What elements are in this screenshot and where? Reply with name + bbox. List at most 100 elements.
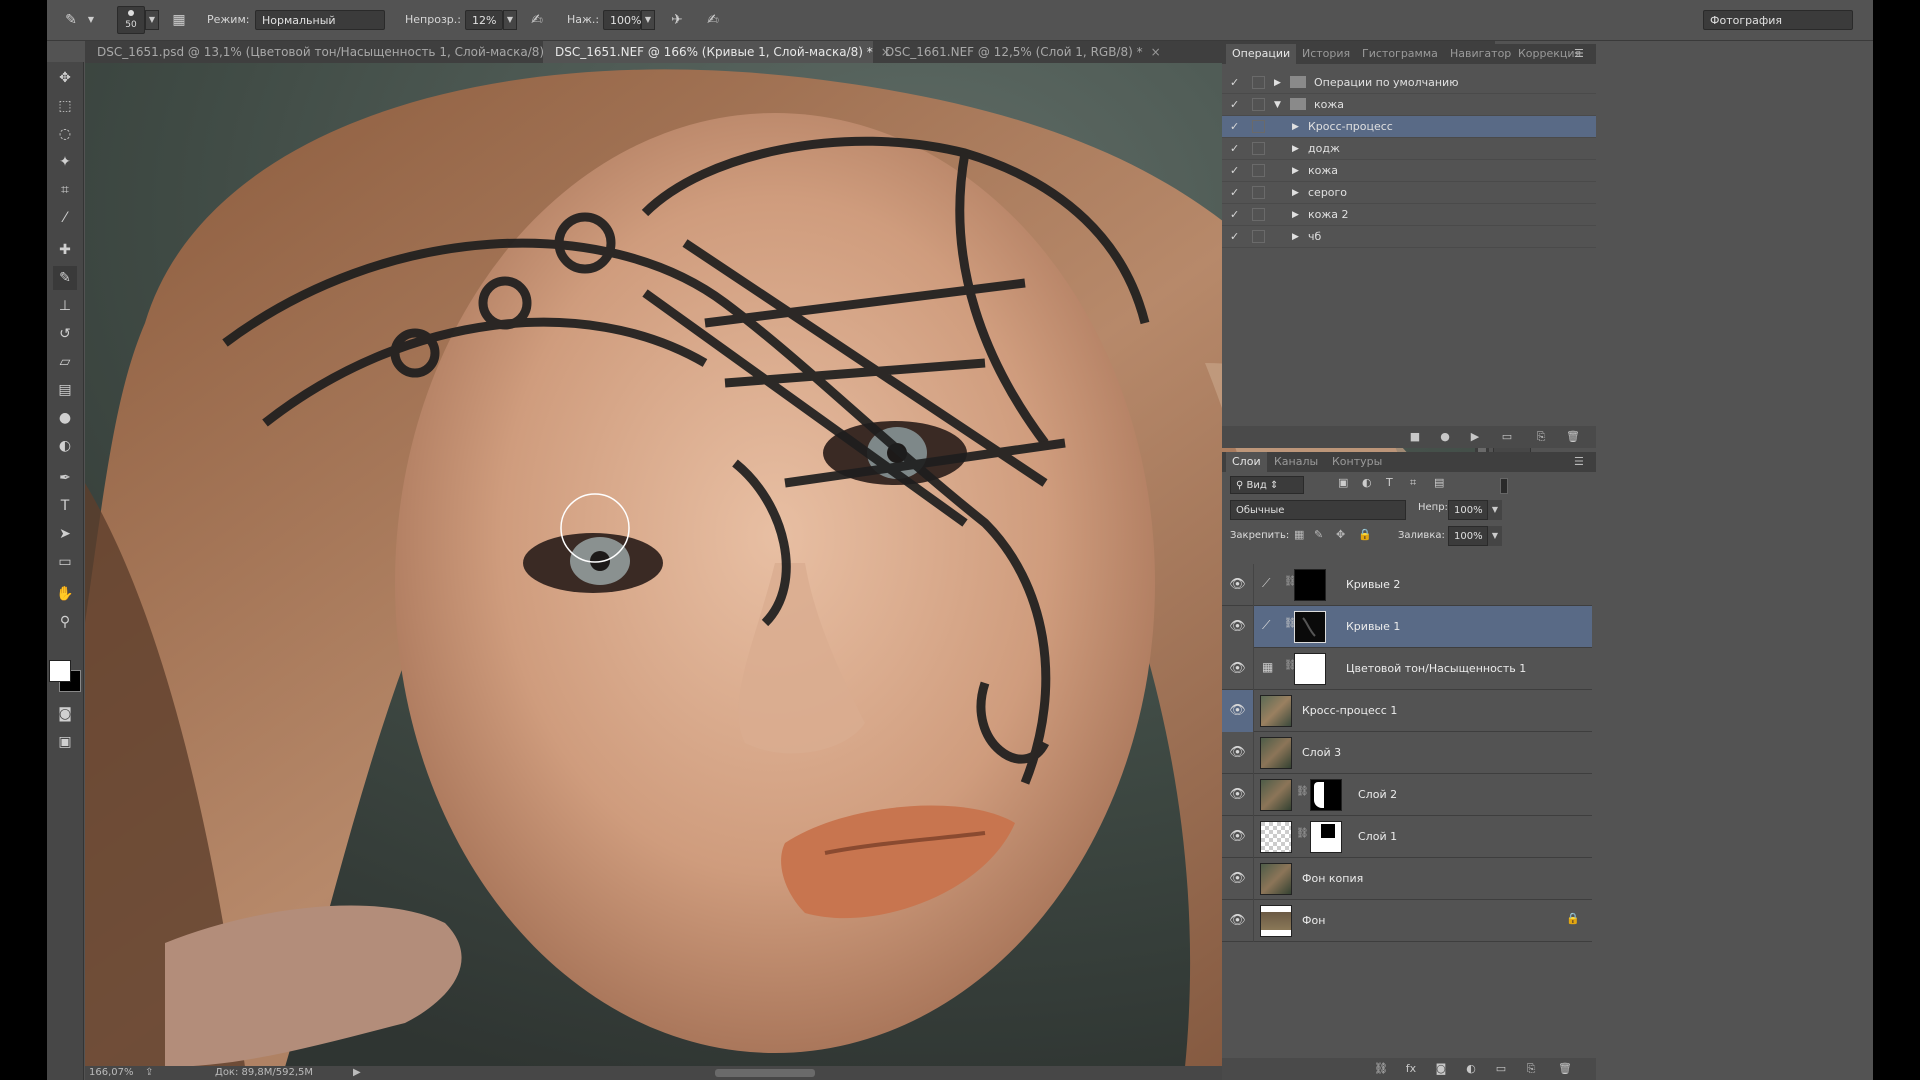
layer-thumbnail[interactable] [1260,863,1292,895]
expand-down-icon[interactable]: ▼ [1274,99,1284,111]
dialog-toggle[interactable] [1252,120,1265,133]
pen-tool-icon[interactable]: ✒ [53,466,77,490]
action-row[interactable]: ✓ ▶ кожа 2 [1222,204,1596,226]
action-set-row[interactable]: ✓ ▶ Операции по умолчанию [1222,72,1596,94]
layer-thumbnail[interactable] [1260,821,1292,853]
image-filter-icon[interactable]: ▣ [1338,476,1348,489]
check-icon[interactable]: ✓ [1230,230,1244,244]
action-set-row[interactable]: ✓ ▼ кожа [1222,94,1596,116]
chevron-down-icon[interactable]: ▼ [81,10,101,30]
tablet-size-icon[interactable]: ✍ [703,10,723,30]
tab-history[interactable]: История [1296,44,1356,64]
layer-mask-thumbnail[interactable] [1294,569,1326,601]
shape-tool-icon[interactable]: ▭ [53,550,77,574]
new-layer-icon[interactable]: ⎘ [1522,1060,1540,1078]
layer-row-selected[interactable]: 👁 ⟋ ⛓ Кривые 1 [1222,606,1592,648]
layer-filter-select[interactable]: ⚲ Вид ⇕ [1230,476,1304,494]
lasso-tool-icon[interactable]: ◌ [53,122,77,146]
gradient-tool-icon[interactable]: ▤ [53,378,77,402]
tab-histogram[interactable]: Гистограмма [1356,44,1444,64]
layer-thumbnail[interactable] [1260,905,1292,937]
stop-icon[interactable]: ■ [1406,428,1424,446]
type-filter-icon[interactable]: T [1386,476,1393,489]
brush-preset-dropdown[interactable]: ▼ [145,10,159,30]
workspace-select[interactable]: Фотография [1703,10,1853,30]
mask-link-icon[interactable]: ⛓ [1296,786,1309,797]
brush-preset-picker[interactable]: 50 [117,6,145,34]
lock-pixels-icon[interactable]: ✎ [1314,528,1323,541]
layer-thumbnail[interactable] [1260,737,1292,769]
layer-mask-thumbnail[interactable] [1310,821,1342,853]
quick-mask-icon[interactable]: ◙ [53,702,77,726]
panel-menu-icon[interactable]: ☰ [1574,44,1584,64]
brush-panel-toggle-icon[interactable]: ▦ [169,10,189,30]
check-icon[interactable]: ✓ [1230,98,1244,112]
fill-field[interactable]: 100% [1448,526,1488,546]
hand-tool-icon[interactable]: ✋ [53,582,77,606]
visibility-eye-icon[interactable]: 👁 [1222,690,1254,732]
expand-right-icon[interactable]: ▶ [1292,165,1302,177]
opacity-field[interactable]: 12% [465,10,503,30]
pressure-field[interactable]: 100% [603,10,641,30]
layer-thumbnail[interactable] [1260,695,1292,727]
adjustment-layer-icon[interactable]: ◐ [1462,1060,1480,1078]
layer-row[interactable]: 👁 ⛓ Слой 1 [1222,816,1592,858]
play-icon[interactable]: ▶ [1466,428,1484,446]
tab-dsc1651-psd[interactable]: DSC_1651.psd @ 13,1% (Цветовой тон/Насыщ… [85,41,572,63]
layer-row[interactable]: 👁 ▦ ⛓ Цветовой тон/Насыщенность 1 [1222,648,1592,690]
stamp-tool-icon[interactable]: ⊥ [53,294,77,318]
layer-thumbnail[interactable] [1260,779,1292,811]
record-icon[interactable]: ● [1436,428,1454,446]
add-mask-icon[interactable]: ◙ [1432,1060,1450,1078]
visibility-eye-icon[interactable]: 👁 [1222,858,1254,900]
new-action-icon[interactable]: ⎘ [1532,428,1550,446]
airbrush-icon[interactable]: ✈ [667,10,687,30]
eyedropper-tool-icon[interactable]: ⁄ [53,206,77,230]
fill-dropdown[interactable]: ▼ [1488,526,1502,546]
mode-select[interactable]: Нормальный [255,10,385,30]
visibility-eye-icon[interactable]: 👁 [1222,774,1254,816]
horizontal-scrollbar-thumb[interactable] [715,1069,815,1077]
check-icon[interactable]: ✓ [1230,164,1244,178]
dialog-toggle[interactable] [1252,208,1265,221]
adjustment-filter-icon[interactable]: ◐ [1362,476,1372,489]
layer-row[interactable]: 👁 ⟋ ⛓ Кривые 2 [1222,564,1592,606]
tab-layers[interactable]: Слои [1226,452,1267,472]
layer-row[interactable]: 👁 Слой 3 [1222,732,1592,774]
crop-tool-icon[interactable]: ⌗ [53,178,77,202]
visibility-eye-icon[interactable]: 👁 [1222,816,1254,858]
healing-tool-icon[interactable]: ✚ [53,238,77,262]
move-tool-icon[interactable]: ✥ [53,66,77,90]
expand-right-icon[interactable]: ▶ [1292,209,1302,221]
layer-row[interactable]: 👁 Фон 🔒 [1222,900,1592,942]
type-tool-icon[interactable]: T [53,494,77,518]
visibility-eye-icon[interactable]: 👁 [1222,900,1254,942]
dialog-toggle[interactable] [1252,98,1265,111]
dialog-toggle[interactable] [1252,76,1265,89]
quick-select-tool-icon[interactable]: ✦ [53,150,77,174]
dialog-toggle[interactable] [1252,142,1265,155]
dialog-toggle[interactable] [1252,230,1265,243]
layer-mask-thumbnail[interactable] [1294,611,1326,643]
panel-menu-icon[interactable]: ☰ [1574,452,1584,472]
history-brush-tool-icon[interactable]: ↺ [53,322,77,346]
visibility-eye-icon[interactable]: 👁 [1222,606,1254,648]
trash-icon[interactable]: 🗑 [1556,1060,1574,1078]
pressure-dropdown[interactable]: ▼ [641,10,655,30]
check-icon[interactable]: ✓ [1230,186,1244,200]
check-icon[interactable]: ✓ [1230,120,1244,134]
filter-toggle[interactable] [1500,478,1508,494]
check-icon[interactable]: ✓ [1230,142,1244,156]
eraser-tool-icon[interactable]: ▱ [53,350,77,374]
layer-style-icon[interactable]: fx [1402,1060,1420,1078]
marquee-tool-icon[interactable]: ⬚ [53,94,77,118]
zoom-level[interactable]: 166,07% [89,1066,134,1080]
layer-row[interactable]: 👁 ⛓ Слой 2 [1222,774,1592,816]
close-icon[interactable]: × [1151,45,1161,59]
tab-navigator[interactable]: Навигатор [1444,44,1517,64]
layer-row[interactable]: 👁 Кросс-процесс 1 [1222,690,1592,732]
new-set-folder-icon[interactable]: ▭ [1498,428,1516,446]
dodge-tool-icon[interactable]: ◐ [53,434,77,458]
new-group-icon[interactable]: ▭ [1492,1060,1510,1078]
smart-object-filter-icon[interactable]: ▤ [1434,476,1444,489]
